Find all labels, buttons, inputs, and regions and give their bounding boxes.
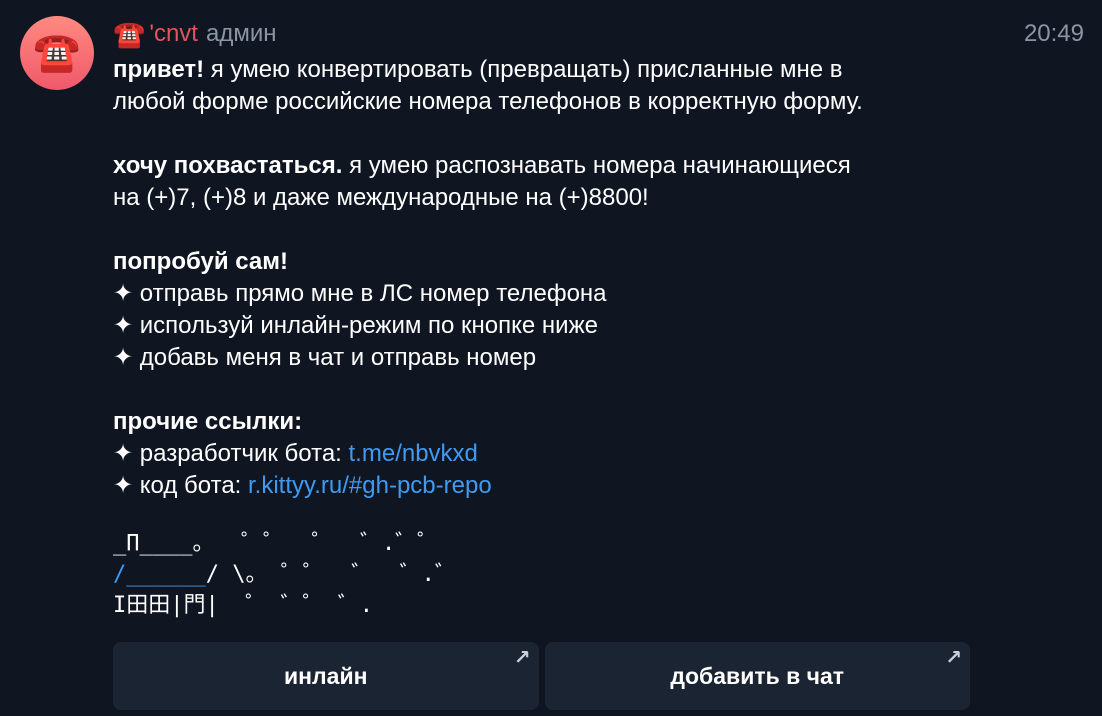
list-item: ✦ отправь прямо мне в ЛС номер телефона xyxy=(113,280,607,307)
intro-paragraph: привет! я умею конвертировать (превращат… xyxy=(113,54,1013,86)
brag-bold: хочу похвастаться. xyxy=(113,152,343,179)
brag-line-1: я умею распознавать номера начинающиеся xyxy=(342,152,851,179)
ascii-art-line-2-rest: / \。 ゜゜ ゛ ゛.゛ xyxy=(205,562,457,587)
dev-link-label: ✦ разработчик бота: xyxy=(113,440,349,467)
list-item: ✦ используй инлайн-режим по кнопке ниже xyxy=(113,312,598,339)
code-link-label: ✦ код бота: xyxy=(113,472,249,499)
admin-badge: админ xyxy=(205,20,277,47)
dev-link-row: ✦ разработчик бота: t.me/nbvkxd xyxy=(113,438,1013,470)
message-time: 20:49 xyxy=(1023,20,1084,47)
list-item: ✦ добавь меня в чат и отправь номер xyxy=(113,344,537,371)
telephone-icon: ☎️ xyxy=(33,32,81,74)
ascii-art-line-3: I田田|門| ゜ ゛゜ ゛. xyxy=(113,593,373,618)
developer-link[interactable]: t.me/nbvkxd xyxy=(349,440,478,467)
code-link-row: ✦ код бота: r.kittyy.ru/#gh-pcb-repo xyxy=(113,470,1013,502)
add-to-chat-button-label: добавить в чат xyxy=(670,662,845,689)
sender-name[interactable]: 'cnvt xyxy=(149,20,198,48)
links-heading: прочие ссылки: xyxy=(113,408,303,435)
inline-mode-button-label: инлайн xyxy=(284,662,368,689)
arrow-up-right-icon: ↗ xyxy=(945,647,962,669)
avatar[interactable]: ☎️ xyxy=(20,16,94,90)
intro-line-1: я умею конвертировать (превращать) присл… xyxy=(204,56,843,83)
inline-mode-button[interactable]: инлайн ↗ xyxy=(113,642,539,710)
ascii-art-blue-segment[interactable]: /______ xyxy=(113,562,206,587)
telephone-icon: ☎️ xyxy=(113,19,146,49)
code-link[interactable]: r.kittyy.ru/#gh-pcb-repo xyxy=(248,472,492,499)
inline-keyboard: инлайн ↗ добавить в чат ↗ xyxy=(113,642,970,710)
message-header: ☎️ 'cnvt админ 20:49 xyxy=(113,14,1084,54)
add-to-chat-button[interactable]: добавить в чат ↗ xyxy=(544,642,970,710)
intro-bold: привет! xyxy=(113,56,205,83)
brag-line-2: на (+)7, (+)8 и даже международные на (+… xyxy=(113,184,649,211)
try-heading: попробуй сам! xyxy=(113,248,288,275)
message-row: ☎️ ☎️ 'cnvt админ 20:49 привет! я умею к… xyxy=(0,0,1102,716)
ascii-art-line-2: /______/ \。 ゜゜ ゛ ゛.゛ xyxy=(113,559,457,590)
ascii-art-line-1: _Π____。 ゜゜ ゜ ゛.゛゜ xyxy=(113,531,440,556)
arrow-up-right-icon: ↗ xyxy=(513,647,531,669)
intro-line-2: любой форме российские номера телефонов … xyxy=(113,88,863,115)
ascii-art: _Π____。 ゜゜ ゜ ゛.゛゜ /______/ \。 ゜゜ ゛ ゛.゛ I田田… xyxy=(113,528,457,621)
message-text: привет! я умею конвертировать (превращат… xyxy=(113,54,1013,502)
brag-paragraph: хочу похвастаться. я умею распознавать н… xyxy=(113,150,1013,182)
